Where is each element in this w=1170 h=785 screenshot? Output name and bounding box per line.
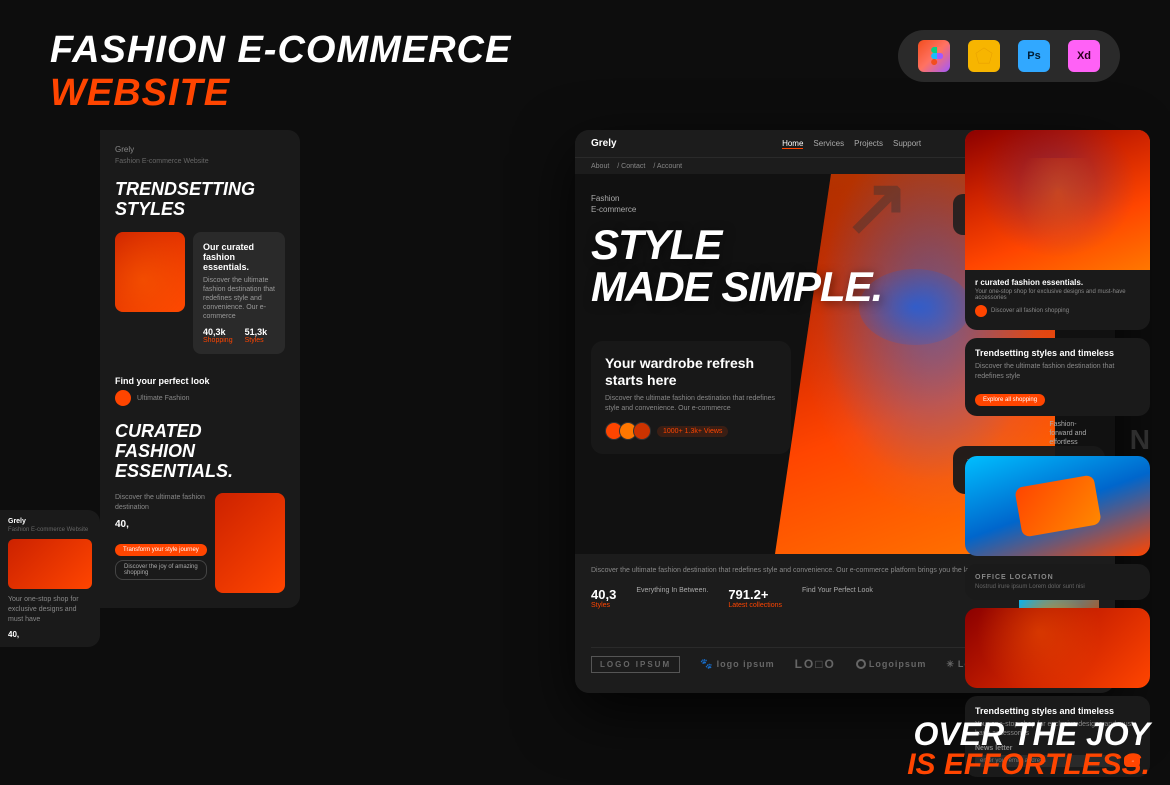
find-look: Find your perfect look bbox=[115, 376, 285, 386]
sidebar-card-title: Our curated fashion essentials. bbox=[203, 242, 275, 272]
sidebar-heading1: TRENDSETTING STYLES bbox=[115, 180, 285, 220]
hero-main-text: STYLEMADE SIMPLE. bbox=[591, 224, 882, 308]
nav-brand: Grely bbox=[591, 138, 617, 149]
cta-avatars bbox=[605, 422, 651, 440]
wardrobe-card: Your wardrobe refresh starts here Discov… bbox=[591, 341, 791, 454]
office-label: OFFICE LOCATION bbox=[975, 574, 1140, 581]
logo-4: Logoipsum bbox=[856, 659, 927, 669]
cta-count: 1000+ 1.3k+ Views bbox=[657, 426, 728, 437]
deco-arrow: ↗ bbox=[843, 160, 910, 253]
nav-sub-contact: / Contact bbox=[617, 163, 645, 170]
sidebar-stat2-num: 51,3k bbox=[245, 327, 268, 337]
right-card3 bbox=[965, 456, 1150, 556]
photoshop-icon: Ps bbox=[1018, 40, 1050, 72]
left-sidebar: Grely Fashion E-commerce Website TRENDSE… bbox=[100, 130, 300, 608]
sidebar-card-text: Discover the ultimate fashion destinatio… bbox=[203, 276, 275, 321]
main-canvas: ↗ Grely Fashion E-commerce Website Your … bbox=[0, 130, 1170, 780]
right-card2-title: Trendsetting styles and timeless bbox=[975, 348, 1140, 358]
right-card6-title: Trendsetting styles and timeless bbox=[975, 706, 1140, 716]
right-card4: OFFICE LOCATION Nostrud irure ipsum Lore… bbox=[965, 564, 1150, 600]
wardrobe-cta: 1000+ 1.3k+ Views bbox=[605, 422, 777, 440]
right-card3-img bbox=[965, 456, 1150, 556]
bottom-stat-2: Everything In Between. bbox=[636, 587, 708, 594]
far-left-sub: Fashion E-commerce Website bbox=[8, 527, 92, 533]
sidebar-heading2: CURATED FASHION ESSENTIALS. bbox=[115, 422, 285, 481]
right-curated-title: r curated fashion essentials. bbox=[975, 278, 1140, 287]
avatar-3 bbox=[633, 422, 651, 440]
far-left-text: Your one-stop shop for exclusive designs… bbox=[8, 595, 92, 624]
nav-sub-about: About bbox=[591, 163, 609, 170]
logo-2: 🐾 logo ipsum bbox=[700, 659, 774, 670]
hero-text-section: Fashion E-commerce STYLEMADE SIMPLE. bbox=[591, 194, 882, 308]
sidebar-stat1-num: 40,3k bbox=[203, 327, 233, 337]
right-card1-img bbox=[965, 130, 1150, 270]
sidebar-stat2-label: Styles bbox=[245, 337, 268, 344]
xd-icon: Xd bbox=[1068, 40, 1100, 72]
tools-bar: Ps Xd bbox=[898, 30, 1120, 82]
logo-1: LOGO IPSUM bbox=[591, 656, 680, 673]
office-text: Nostrud irure ipsum Lorem dolor sunt nis… bbox=[975, 584, 1140, 590]
bottom-stat-4: Find Your Perfect Look bbox=[802, 587, 873, 594]
sketch-icon bbox=[968, 40, 1000, 72]
right-explore-btn[interactable]: Explore all shopping bbox=[975, 394, 1045, 406]
figma-icon bbox=[918, 40, 950, 72]
right-card5-img bbox=[965, 608, 1150, 688]
bottom-stat-3: 791.2+ Latest collections bbox=[728, 587, 782, 609]
nav-sub-account: / Account bbox=[653, 163, 682, 170]
right-card1-content: r curated fashion essentials. Your one-s… bbox=[965, 270, 1150, 325]
wardrobe-title: Your wardrobe refresh starts here bbox=[605, 355, 777, 389]
far-left-brand: Grely bbox=[8, 518, 92, 525]
far-left-card: Grely Fashion E-commerce Website Your on… bbox=[0, 510, 100, 647]
right-panel: G r curated fashion essentials. Your one… bbox=[965, 130, 1150, 785]
right-card1: G r curated fashion essentials. Your one… bbox=[965, 130, 1150, 330]
sidebar-sub-brand: Fashion E-commerce Website bbox=[115, 158, 285, 165]
nav-link-home[interactable]: Home bbox=[782, 139, 803, 149]
wardrobe-text: Discover the ultimate fashion destinatio… bbox=[605, 394, 777, 414]
right-card2: Trendsetting styles and timeless Discove… bbox=[965, 338, 1150, 416]
right-curated-text: Your one-stop shop for exclusive designs… bbox=[975, 289, 1140, 301]
nav-links: Home Services Projects Support bbox=[782, 139, 921, 149]
over-the-joy-text: OVER THE JOY bbox=[907, 718, 1150, 750]
header: FASHION E-COMMERCE WEBSITE bbox=[50, 30, 511, 115]
nav-link-support[interactable]: Support bbox=[893, 139, 921, 149]
sidebar-brand: Grely bbox=[115, 145, 285, 154]
header-title-sub: WEBSITE bbox=[50, 72, 511, 115]
right-card2-text: Discover the ultimate fashion destinatio… bbox=[975, 362, 1140, 382]
over-the-joy-section: OVER THE JOY IS EFFORTLESS. bbox=[907, 718, 1150, 780]
bottom-stat-1: 40,3 Styles bbox=[591, 587, 616, 609]
right-n-area: N bbox=[965, 424, 1150, 456]
n-letter: N bbox=[965, 424, 1150, 456]
hero-label2: E-commerce bbox=[591, 205, 882, 214]
header-title-main: FASHION E-COMMERCE bbox=[50, 30, 511, 72]
nav-link-projects[interactable]: Projects bbox=[854, 139, 883, 149]
sidebar-stat1-label: Shopping bbox=[203, 337, 233, 344]
tagline-text: IS EFFORTLESS. bbox=[907, 750, 1150, 780]
right-card5 bbox=[965, 608, 1150, 688]
hero-label: Fashion bbox=[591, 194, 882, 203]
logo-3: LO□O bbox=[795, 657, 836, 671]
nav-link-services[interactable]: Services bbox=[813, 139, 844, 149]
